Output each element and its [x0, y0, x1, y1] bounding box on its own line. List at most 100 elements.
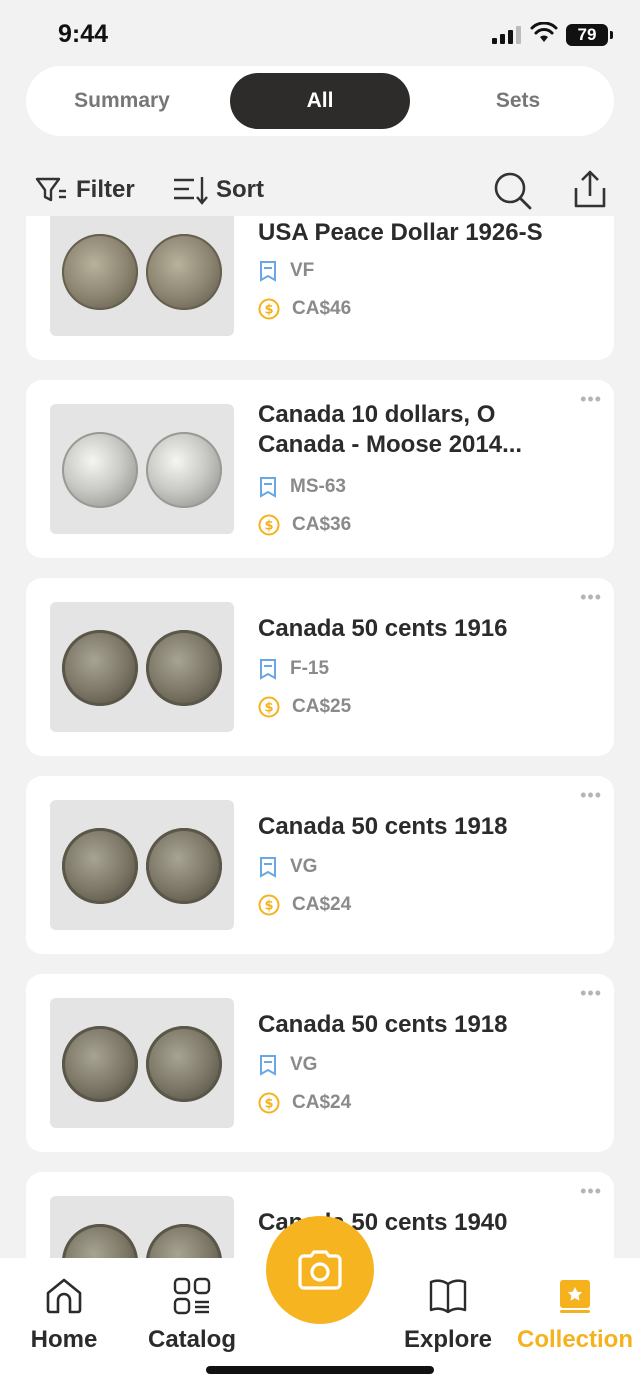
collection-icon — [560, 1280, 590, 1313]
coin-thumbnail — [50, 800, 234, 930]
share-icon[interactable] — [568, 168, 612, 212]
coin-thumbnail — [50, 1196, 234, 1258]
tab-catalog-label: Catalog — [147, 1326, 236, 1353]
item-title: Canada 50 cents 1918 — [258, 1011, 508, 1038]
svg-text:$: $ — [264, 303, 273, 318]
catalog-icon — [173, 1277, 211, 1315]
grade-value: MS-63 — [290, 476, 346, 497]
tab-sets[interactable]: Sets — [428, 73, 608, 129]
item-price: $ CA$46 — [258, 298, 351, 320]
svg-text:$: $ — [264, 1097, 273, 1112]
grade-icon — [260, 857, 276, 878]
more-options-icon[interactable]: ••• — [580, 984, 602, 1002]
list-item[interactable]: ••• Canada 50 cents 1918 VG $ CA$24 — [26, 776, 614, 954]
svg-text:$: $ — [264, 899, 273, 914]
coin-thumbnail — [50, 216, 234, 336]
item-price: $ CA$24 — [258, 1092, 351, 1114]
svg-text:$: $ — [264, 701, 273, 716]
grade-value: VF — [290, 260, 315, 281]
camera-button[interactable] — [266, 1216, 374, 1324]
tab-explore[interactable]: Explore — [402, 1276, 494, 1354]
coin-reverse — [146, 828, 222, 904]
tab-summary[interactable]: Summary — [32, 73, 212, 129]
list-toolbar: Filter Sort — [0, 160, 640, 220]
tab-explore-label: Explore — [403, 1326, 493, 1353]
item-grade: VG — [258, 1054, 317, 1076]
item-price: $ CA$36 — [258, 514, 351, 536]
list-item[interactable]: ••• Canada 50 cents 1916 F-15 $ CA$25 — [26, 578, 614, 756]
price-icon: $ — [258, 1092, 280, 1114]
coin-obverse — [62, 432, 138, 508]
coin-reverse — [146, 1224, 222, 1258]
collection-list: USA Peace Dollar 1926-S VF $ CA$46 ••• C… — [0, 216, 640, 1258]
sort-label: Sort — [216, 176, 264, 203]
item-grade: MS-63 — [258, 476, 346, 498]
home-icon — [46, 1278, 82, 1314]
status-bar: 9:44 79 — [0, 0, 640, 66]
grade-value: F-15 — [290, 658, 330, 679]
view-segmented-control: Summary All Sets — [26, 66, 614, 136]
coin-obverse — [62, 1026, 138, 1102]
battery-icon: 79 — [566, 24, 613, 46]
price-icon: $ — [258, 298, 280, 320]
item-title: Canada 10 dollars, O Canada - Moose 2014… — [258, 401, 523, 458]
item-price: $ CA$24 — [258, 894, 351, 916]
price-icon: $ — [258, 696, 280, 718]
filter-icon — [35, 177, 66, 202]
explore-icon — [429, 1279, 467, 1314]
coin-reverse — [146, 234, 222, 310]
camera-icon — [298, 1250, 342, 1290]
price-icon: $ — [258, 894, 280, 916]
list-item[interactable]: ••• Canada 50 cents 1918 VG $ CA$24 — [26, 974, 614, 1152]
price-value: CA$25 — [292, 696, 352, 717]
more-options-icon[interactable]: ••• — [580, 1182, 602, 1200]
list-item[interactable]: USA Peace Dollar 1926-S VF $ CA$46 — [26, 216, 614, 360]
tab-collection[interactable]: Collection — [514, 1276, 636, 1354]
tab-all[interactable]: All — [230, 73, 410, 129]
item-title: Canada 50 cents 1916 — [258, 615, 508, 642]
grade-value: VG — [290, 1054, 318, 1075]
wifi-icon — [530, 22, 558, 42]
coin-reverse — [146, 1026, 222, 1102]
more-options-icon[interactable]: ••• — [580, 588, 602, 606]
sort-button[interactable]: Sort — [172, 168, 264, 212]
cellular-signal-icon — [492, 26, 522, 44]
grade-icon — [260, 261, 276, 282]
search-icon[interactable] — [490, 168, 534, 212]
svg-text:$: $ — [264, 519, 273, 534]
coin-thumbnail — [50, 602, 234, 732]
filter-label: Filter — [76, 176, 135, 203]
item-grade: F-15 — [258, 658, 329, 680]
grade-icon — [260, 659, 276, 680]
coin-obverse — [62, 234, 138, 310]
filter-button[interactable]: Filter — [34, 168, 135, 212]
home-indicator — [206, 1366, 434, 1374]
coin-reverse — [146, 630, 222, 706]
tab-home[interactable]: Home — [28, 1276, 100, 1354]
item-grade: VF — [258, 260, 314, 282]
price-value: CA$24 — [292, 894, 352, 915]
tab-catalog[interactable]: Catalog — [144, 1276, 240, 1354]
price-value: CA$36 — [292, 514, 352, 535]
item-title: USA Peace Dollar 1926-S — [258, 219, 543, 246]
grade-icon — [260, 1055, 276, 1076]
coin-obverse — [62, 1224, 138, 1258]
status-time: 9:44 — [58, 20, 109, 48]
coin-obverse — [62, 630, 138, 706]
tab-collection-label: Collection — [516, 1326, 633, 1353]
price-value: CA$24 — [292, 1092, 352, 1113]
item-price: $ CA$25 — [258, 696, 351, 718]
coin-reverse — [146, 432, 222, 508]
grade-value: VG — [290, 856, 318, 877]
more-options-icon[interactable]: ••• — [580, 786, 602, 804]
sort-icon — [174, 177, 208, 205]
item-title: Canada 50 cents 1918 — [258, 813, 508, 840]
list-item[interactable]: ••• Canada 10 dollars, O Canada - Moose … — [26, 380, 614, 558]
coin-obverse — [62, 828, 138, 904]
coin-thumbnail — [50, 998, 234, 1128]
price-value: CA$46 — [292, 298, 352, 319]
grade-icon — [260, 477, 276, 498]
coin-thumbnail — [50, 404, 234, 534]
item-grade: VG — [258, 856, 317, 878]
price-icon: $ — [258, 514, 280, 536]
